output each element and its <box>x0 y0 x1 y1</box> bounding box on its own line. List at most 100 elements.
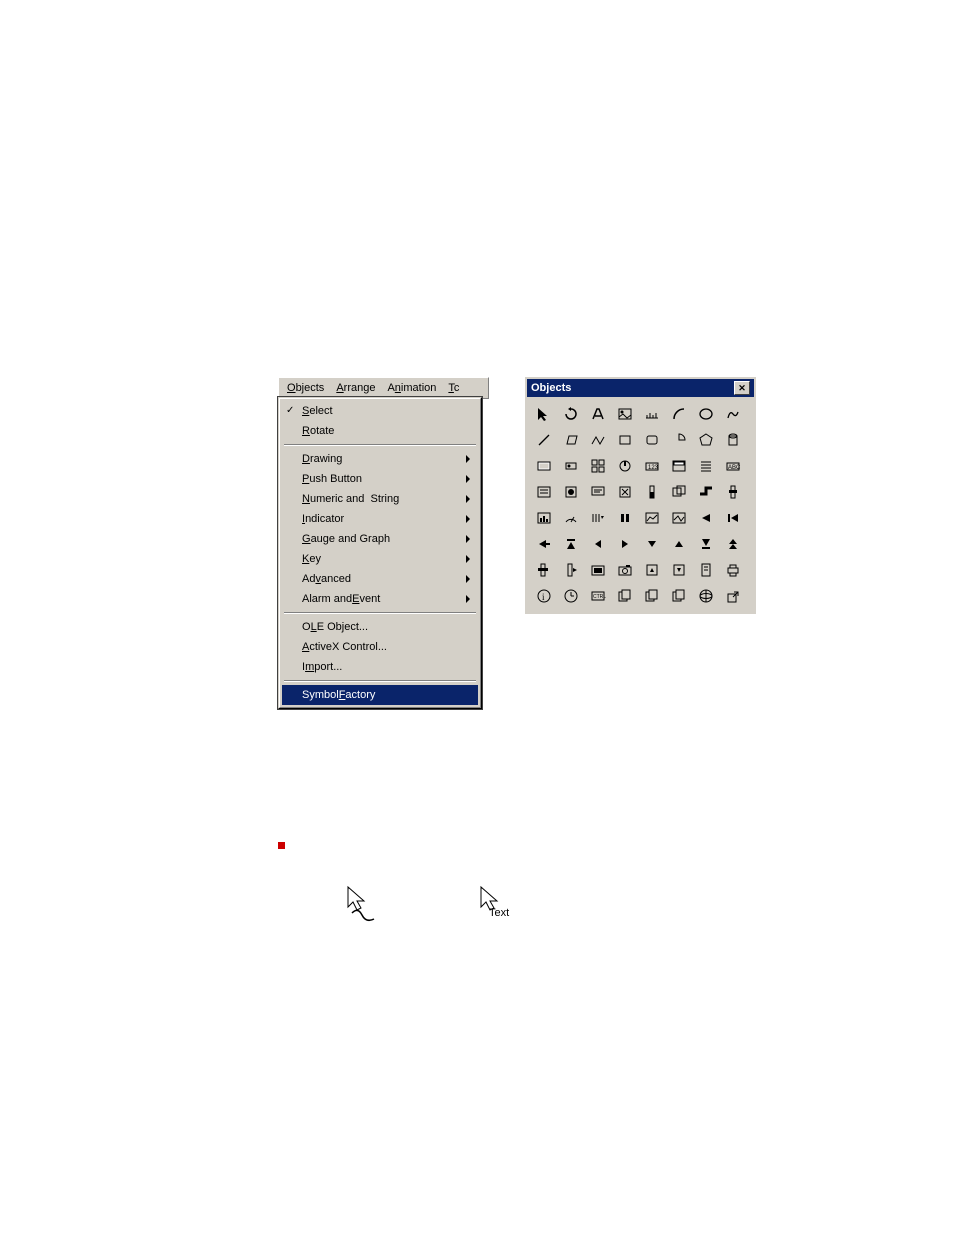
tool-freehand[interactable] <box>720 401 746 426</box>
tool-play-down[interactable] <box>639 531 665 556</box>
tool-alarm-indicator[interactable] <box>612 479 638 504</box>
tool-export[interactable] <box>720 583 746 608</box>
tool-scale[interactable] <box>639 401 665 426</box>
tool-return-left[interactable] <box>531 531 557 556</box>
submenu-arrow-icon <box>466 555 470 563</box>
menu-tc[interactable]: Tc <box>442 380 465 396</box>
menu-item-gauge-graph[interactable]: Gauge and Graph <box>282 529 478 549</box>
tool-multistate[interactable] <box>585 453 611 478</box>
separator <box>284 612 476 614</box>
tool-line[interactable] <box>531 427 557 452</box>
tool-meter[interactable] <box>558 505 584 530</box>
menu-item-numeric-string[interactable]: Numeric and String <box>282 489 478 509</box>
tool-polyline[interactable] <box>585 427 611 452</box>
tool-group-box[interactable] <box>666 479 692 504</box>
menu-item-ole-object[interactable]: OLE Object... <box>282 617 478 637</box>
tool-play-left[interactable] <box>585 531 611 556</box>
menu-item-indicator[interactable]: Indicator <box>282 509 478 529</box>
tool-pie[interactable] <box>666 427 692 452</box>
tool-string-input[interactable] <box>531 479 557 504</box>
tool-bar-chart[interactable] <box>531 505 557 530</box>
cursor-text-icon: Text <box>477 885 517 932</box>
tool-screen-button[interactable] <box>585 557 611 582</box>
tool-slider[interactable] <box>720 479 746 504</box>
tool-key-input[interactable] <box>531 557 557 582</box>
tool-text[interactable] <box>585 401 611 426</box>
tool-report[interactable] <box>693 557 719 582</box>
submenu-arrow-icon <box>466 595 470 603</box>
tool-select-arrow[interactable] <box>531 401 557 426</box>
tool-numeric-input[interactable] <box>666 453 692 478</box>
tool-copy-1[interactable] <box>612 583 638 608</box>
tool-parallelogram[interactable] <box>558 427 584 452</box>
tool-button-3d[interactable] <box>531 453 557 478</box>
tool-rectangle[interactable] <box>612 427 638 452</box>
svg-text:CTRL: CTRL <box>593 594 606 600</box>
tool-bar-vertical[interactable] <box>639 479 665 504</box>
objects-palette: Objects ✕ 123 ABC <box>525 377 756 614</box>
tool-trend-list[interactable] <box>585 505 611 530</box>
tool-ctrl-key[interactable]: CTRL <box>585 583 611 608</box>
menu-item-key[interactable]: Key <box>282 549 478 569</box>
tool-list[interactable] <box>693 453 719 478</box>
menu-item-activex-control[interactable]: ActiveX Control... <box>282 637 478 657</box>
tool-polygon[interactable] <box>693 427 719 452</box>
tool-tank[interactable] <box>720 427 746 452</box>
menu-item-select[interactable]: ✓Select <box>282 401 478 421</box>
tool-ellipse[interactable] <box>693 401 719 426</box>
palette-titlebar[interactable]: Objects ✕ <box>527 379 754 397</box>
menu-item-pushbutton[interactable]: Push Button <box>282 469 478 489</box>
tool-xy-graph[interactable] <box>666 505 692 530</box>
tool-clock[interactable] <box>558 583 584 608</box>
tool-message-display[interactable] <box>585 479 611 504</box>
tool-play-up[interactable] <box>666 531 692 556</box>
tool-numeric-display[interactable]: 123 <box>639 453 665 478</box>
menu-item-advanced[interactable]: Advanced <box>282 569 478 589</box>
objects-dropdown: ✓Select Rotate Drawing Push Button Numer… <box>278 397 482 709</box>
separator <box>284 680 476 682</box>
tool-indicator-lamp[interactable] <box>558 479 584 504</box>
menu-animation[interactable]: Animation <box>381 380 442 396</box>
tool-key-output[interactable] <box>558 557 584 582</box>
tool-left-arrow[interactable] <box>693 505 719 530</box>
menu-item-rotate[interactable]: Rotate <box>282 421 478 441</box>
tool-switch[interactable] <box>558 453 584 478</box>
tool-recipe-down[interactable] <box>666 557 692 582</box>
tool-picture[interactable] <box>612 401 638 426</box>
tool-end-left[interactable] <box>720 505 746 530</box>
separator <box>284 444 476 446</box>
tool-end-top[interactable] <box>558 531 584 556</box>
menu-item-drawing[interactable]: Drawing <box>282 449 478 469</box>
tool-pipe[interactable] <box>693 479 719 504</box>
tool-end-down[interactable] <box>693 531 719 556</box>
tool-print[interactable] <box>720 557 746 582</box>
tool-pause[interactable] <box>612 505 638 530</box>
tool-copy-2[interactable] <box>639 583 665 608</box>
tool-arc[interactable] <box>666 401 692 426</box>
tool-rotate[interactable] <box>558 401 584 426</box>
tool-camera[interactable] <box>612 557 638 582</box>
menu-item-symbol-factory[interactable]: Symbol Factory <box>282 685 478 705</box>
menu-item-import[interactable]: Import... <box>282 657 478 677</box>
menu-objects[interactable]: Objects <box>281 380 330 396</box>
submenu-arrow-icon <box>466 535 470 543</box>
submenu-arrow-icon <box>466 495 470 503</box>
menu-arrange[interactable]: Arrange <box>330 380 381 396</box>
tool-recipe-up[interactable] <box>639 557 665 582</box>
tool-info[interactable]: i <box>531 583 557 608</box>
submenu-arrow-icon <box>466 515 470 523</box>
tool-play-right[interactable] <box>612 531 638 556</box>
tool-string-display[interactable]: ABC <box>720 453 746 478</box>
cursor-freehand-icon <box>344 885 384 932</box>
tool-trend-graph[interactable] <box>639 505 665 530</box>
cursor-text-label: Text <box>489 907 509 919</box>
tool-copy-3[interactable] <box>666 583 692 608</box>
check-icon: ✓ <box>286 405 294 416</box>
menu-item-alarm-event[interactable]: Alarm and Event <box>282 589 478 609</box>
tool-double-up[interactable] <box>720 531 746 556</box>
tool-globe[interactable] <box>693 583 719 608</box>
tool-rounded-rectangle[interactable] <box>639 427 665 452</box>
close-icon[interactable]: ✕ <box>734 381 750 395</box>
tool-selector[interactable] <box>612 453 638 478</box>
svg-text:123: 123 <box>648 465 659 471</box>
